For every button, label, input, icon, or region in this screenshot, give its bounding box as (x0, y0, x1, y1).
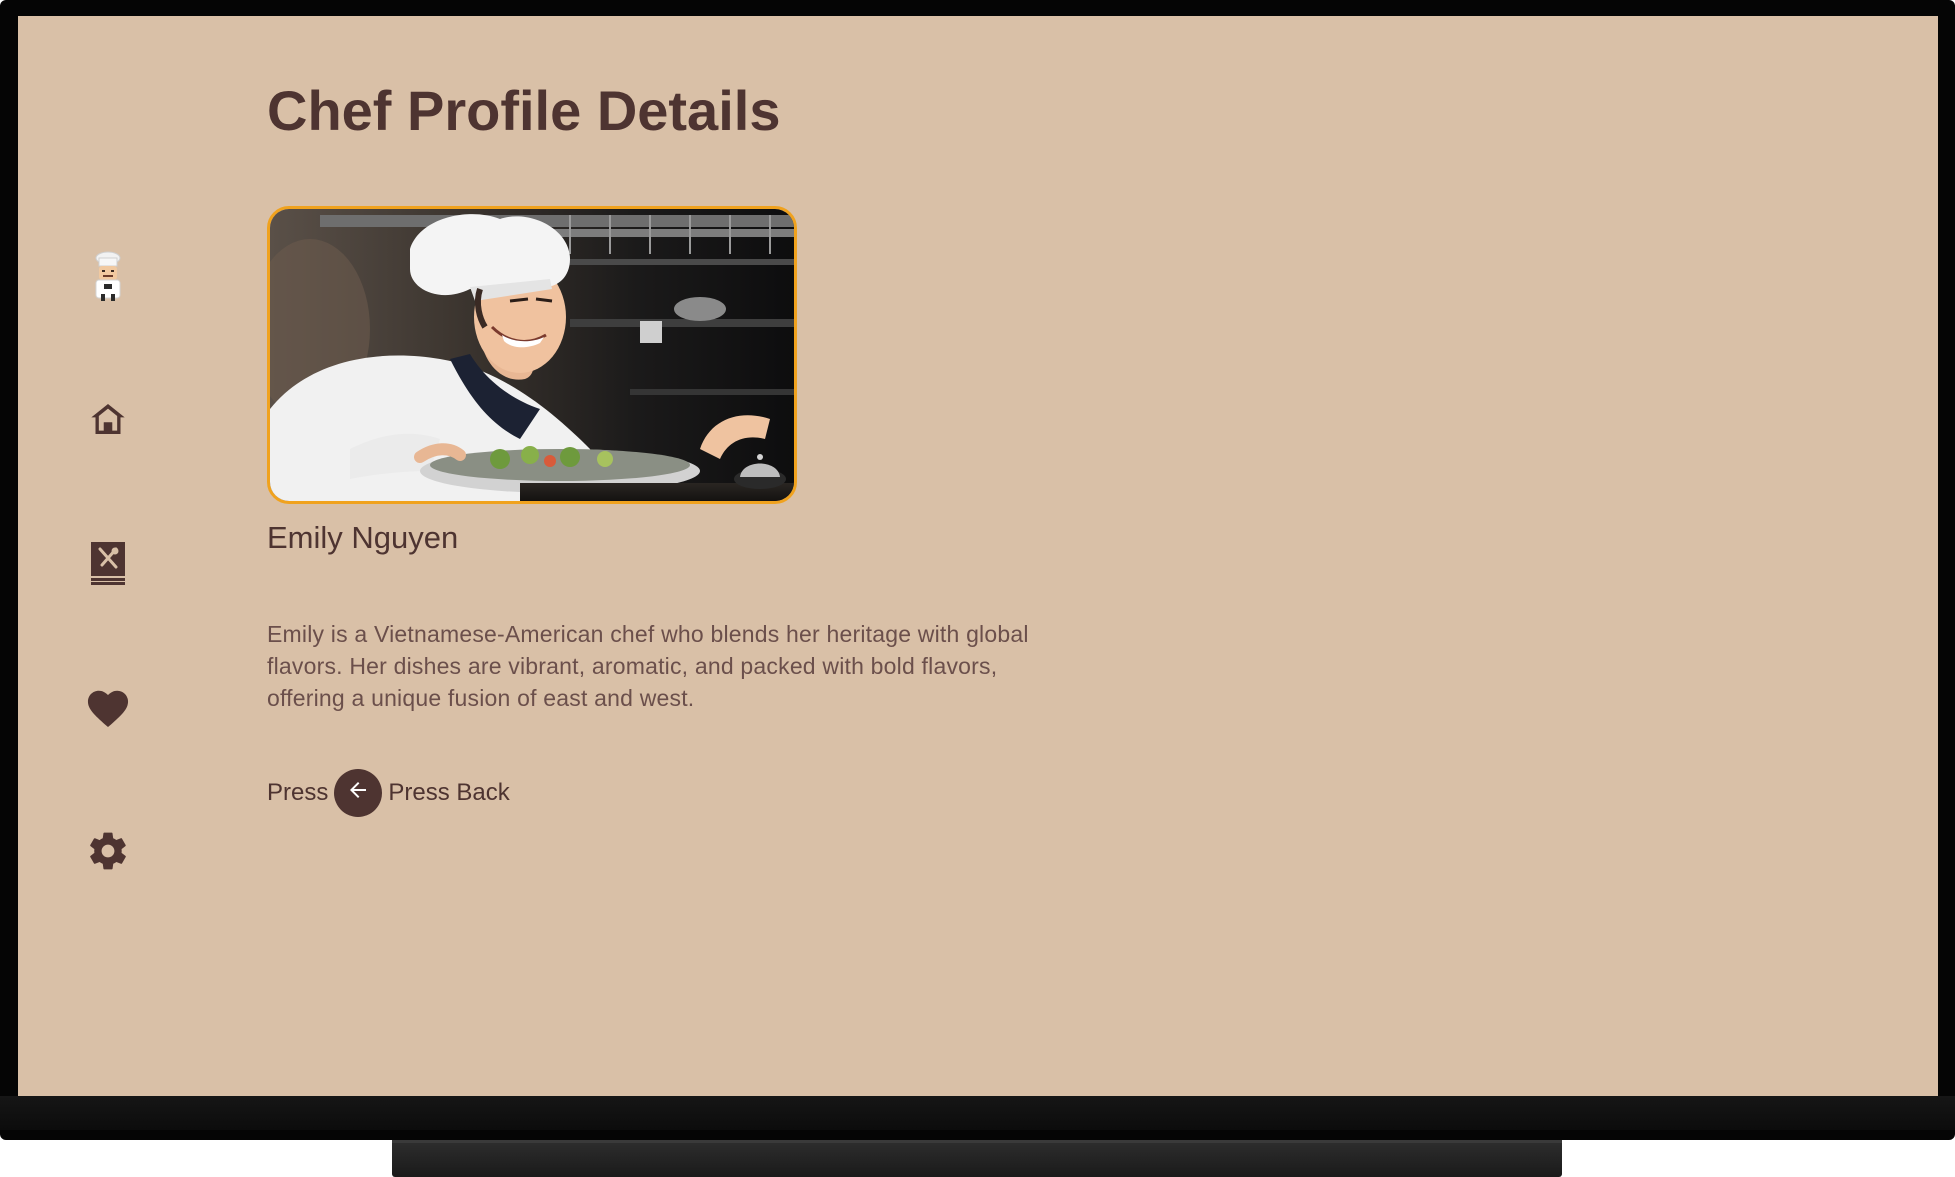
nav-item-profile[interactable] (58, 236, 158, 316)
arrow-left-icon (346, 778, 370, 809)
page-title: Chef Profile Details (267, 79, 781, 142)
nav-item-home[interactable] (58, 379, 158, 459)
back-hint-prefix: Press (267, 779, 329, 806)
chef-name: Emily Nguyen (267, 520, 459, 555)
favorite-heart-icon (85, 686, 131, 728)
back-hint: Press Press Back (267, 768, 510, 818)
nav-item-settings[interactable] (58, 811, 158, 891)
home-icon (88, 399, 128, 439)
tv-stand (392, 1140, 1562, 1177)
chef-photo (267, 206, 797, 504)
chef-avatar-icon (86, 250, 130, 302)
screen: Chef Profile Details Emily Nguyen Emily … (18, 16, 1938, 1096)
nav-item-favorites[interactable] (58, 667, 158, 747)
tv-stand-edge (392, 1140, 1562, 1143)
chef-bio: Emily is a Vietnamese-American chef who … (267, 621, 1029, 711)
tv-bezel (0, 1096, 1955, 1130)
back-hint-label: Press Back (388, 779, 510, 806)
nav-item-recipes[interactable] (58, 523, 158, 603)
back-button[interactable] (334, 769, 383, 817)
settings-gear-icon (86, 829, 130, 873)
recipe-book-icon (88, 540, 128, 586)
